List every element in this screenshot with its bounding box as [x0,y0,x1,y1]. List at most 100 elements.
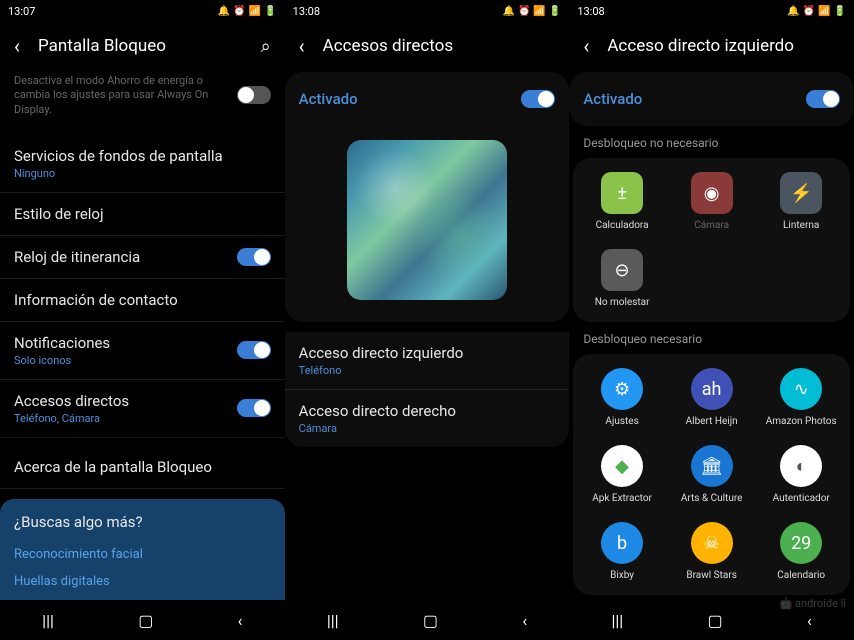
app-calculadora[interactable]: ± Calculadora [579,172,665,231]
status-bar: 13:08 🔔⏰📶🔋 [285,0,570,22]
clock-style-item[interactable]: Estilo de reloj [0,193,285,236]
phone-lock-screen-settings: 13:07 🔔⏰📶🔋 ‹ Pantalla Bloqueo ⌕ Desactiv… [0,0,285,640]
app-brawl-stars[interactable]: ☠ Brawl Stars [669,522,755,581]
app-icon: 29 [780,522,822,564]
status-icons: 🔔⏰📶🔋 [787,6,846,17]
search-icon[interactable]: ⌕ [261,36,271,57]
app-autenticador[interactable]: ◐Autenticador [758,445,844,504]
search-more-card: ¿Buscas algo más? Reconocimiento facial … [0,499,285,600]
app-label: Autenticador [773,493,830,504]
app-icon: ◆ [601,445,643,487]
section-unlock: Desbloqueo necesario [569,322,854,354]
app-label: Amazon Photos [766,416,837,427]
section-no-unlock: Desbloqueo no necesario [569,126,854,158]
activated-toggle[interactable] [521,90,555,108]
app-calendario[interactable]: 29 Calendario [758,522,844,581]
app-label: Linterna [783,220,819,231]
nav-recents[interactable]: ||| [611,611,623,630]
nav-back[interactable]: ‹ [807,611,812,630]
app-icon: ah [691,368,733,410]
app-icon: 🏛 [691,445,733,487]
about-lock-screen-item[interactable]: Acerca de la pantalla Bloqueo [0,446,285,489]
nav-home[interactable]: ▢ [423,611,438,630]
app-icon: ± [601,172,643,214]
right-shortcut-item[interactable]: Acceso directo derecho Cámara [285,390,570,447]
apps-no-unlock-grid: ± Calculadora ◉ Cámara ⚡ Linterna ⊖ No molestar [573,158,850,322]
link-fingerprints[interactable]: Huellas digitales [14,568,271,595]
app-albert-heijn[interactable]: ahAlbert Heijn [669,368,755,427]
app-label: Calculadora [596,220,649,231]
back-icon[interactable]: ‹ [299,34,305,58]
app-apk-extractor[interactable]: ◆ Apk Extractor [579,445,665,504]
app-amazon-photos[interactable]: ∿ Amazon Photos [758,368,844,427]
app-label: Bixby [610,570,634,581]
header: ‹ Acceso directo izquierdo [569,22,854,70]
activated-label: Activado [299,90,358,108]
app-icon: ⚡ [780,172,822,214]
activated-label: Activado [583,90,642,108]
page-title: Pantalla Bloqueo [38,36,243,56]
app-label: Cámara [694,220,729,231]
app-label: No molestar [595,297,650,308]
activated-toggle[interactable] [806,90,840,108]
notifications-item[interactable]: Notificaciones Solo iconos [0,322,285,380]
app-icon: ◉ [691,172,733,214]
left-shortcut-item[interactable]: Acceso directo izquierdo Teléfono [285,332,570,390]
page-title: Acceso directo izquierdo [607,36,840,56]
activated-row: Activado [569,72,854,126]
app-icon: ∿ [780,368,822,410]
notifications-toggle[interactable] [237,341,271,359]
aod-description: Desactiva el modo Ahorro de energía o ca… [14,74,237,117]
nav-recents[interactable]: ||| [42,611,54,630]
nav-recents[interactable]: ||| [327,611,339,630]
roaming-clock-item[interactable]: Reloj de itinerancia [0,236,285,279]
app-label: Arts & Culture [681,493,743,504]
shortcuts-toggle[interactable] [237,399,271,417]
back-icon[interactable]: ‹ [583,34,589,58]
status-time: 13:07 [8,5,35,18]
app-label: Ajustes [605,416,638,427]
wallpaper-services-item[interactable]: Servicios de fondos de pantalla Ninguno [0,135,285,193]
link-face-recognition[interactable]: Reconocimiento facial [14,541,271,568]
aod-toggle[interactable] [237,86,271,104]
wallpaper-preview [347,140,507,300]
app-linterna[interactable]: ⚡ Linterna [758,172,844,231]
status-time: 13:08 [293,5,320,18]
shortcuts-item[interactable]: Accesos directos Teléfono, Cámara [0,380,285,438]
app-icon: b [601,522,643,564]
nav-home[interactable]: ▢ [138,611,153,630]
nav-bar: ||| ▢ ‹ [0,600,285,640]
status-bar: 13:08 🔔⏰📶🔋 [569,0,854,22]
phone-shortcuts: 13:08 🔔⏰📶🔋 ‹ Accesos directos Activado A… [285,0,570,640]
content: Activado Acceso directo izquierdo Teléfo… [285,70,570,600]
contact-info-item[interactable]: Información de contacto [0,279,285,322]
content: Desactiva el modo Ahorro de energía o ca… [0,70,285,600]
content: Activado Desbloqueo no necesario ± Calcul… [569,70,854,600]
app-no-molestar[interactable]: ⊖ No molestar [579,249,665,308]
status-icons: 🔔⏰📶🔋 [218,6,277,17]
app-icon: ☠ [691,522,733,564]
app-ajustes[interactable]: ⚙ Ajustes [579,368,665,427]
watermark: 🤖 androide li [779,597,846,610]
apps-unlock-grid: ⚙ Ajustes ahAlbert Heijn ∿ Amazon Photos ◆ Apk… [573,354,850,595]
status-icons: 🔔⏰📶🔋 [503,6,562,17]
app-bixby[interactable]: b Bixby [579,522,665,581]
app-label: Brawl Stars [686,570,737,581]
status-time: 13:08 [577,5,604,18]
back-icon[interactable]: ‹ [14,34,20,58]
app-icon: ⊖ [601,249,643,291]
app-icon: ⚙ [601,368,643,410]
nav-back[interactable]: ‹ [238,611,243,630]
app-label: Calendario [777,570,825,581]
search-more-title: ¿Buscas algo más? [14,513,271,531]
roaming-clock-toggle[interactable] [237,248,271,266]
phone-left-shortcut: 13:08 🔔⏰📶🔋 ‹ Acceso directo izquierdo Ac… [569,0,854,640]
header: ‹ Pantalla Bloqueo ⌕ [0,22,285,70]
app-label: Apk Extractor [592,493,652,504]
page-title: Accesos directos [323,36,556,56]
app-cámara[interactable]: ◉ Cámara [669,172,755,231]
nav-back[interactable]: ‹ [522,611,527,630]
lock-screen-preview [285,126,570,322]
nav-home[interactable]: ▢ [708,611,723,630]
app-arts-&-culture[interactable]: 🏛 Arts & Culture [669,445,755,504]
